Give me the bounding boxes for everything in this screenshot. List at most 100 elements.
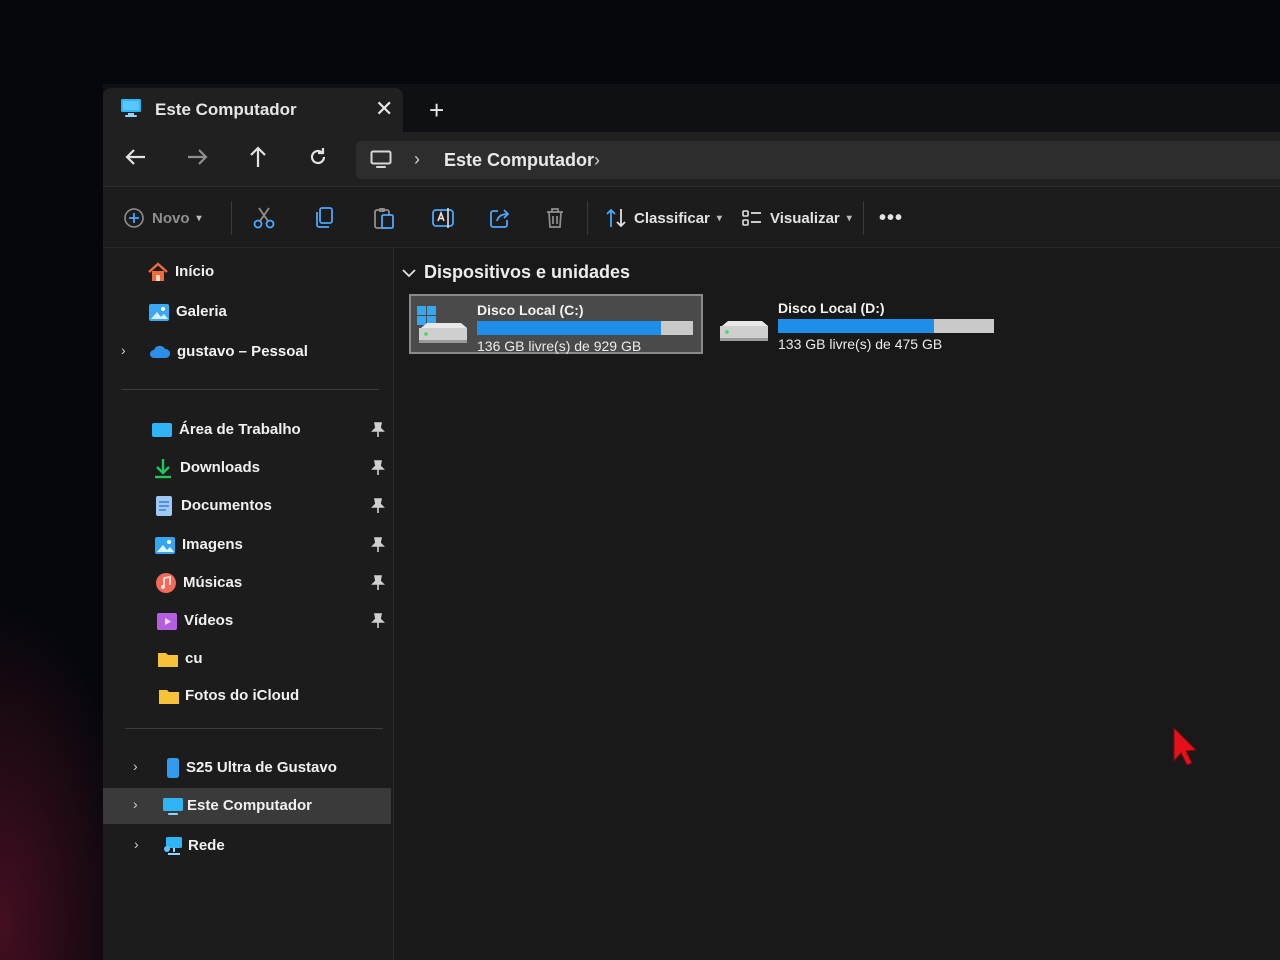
breadcrumb-chevron-icon[interactable]: ›	[594, 150, 600, 171]
tab-title: Este Computador	[155, 100, 297, 119]
new-button[interactable]: Novo ▾	[123, 203, 202, 233]
cloud-icon	[150, 345, 171, 358]
folder-icon	[158, 653, 178, 667]
sidebar-item-label: Início	[175, 263, 215, 280]
sidebar-item-fotos-do-icloud[interactable]: Fotos do iCloud	[103, 678, 391, 714]
sidebar-item-cu[interactable]: cu	[103, 641, 391, 677]
sidebar-item-label: Rede	[188, 837, 225, 854]
storage-bar	[778, 319, 994, 333]
navigation-pane: Início Galeria › gustavo – Pessoal Área …	[103, 248, 394, 960]
back-arrow-icon[interactable]	[119, 142, 153, 172]
refresh-icon[interactable]	[301, 142, 335, 172]
main-content: Dispositivos e unidades Disco Local (C:)…	[394, 248, 1280, 960]
sidebar-item-rede[interactable]: › Rede	[103, 828, 391, 864]
drive-icon	[720, 321, 768, 341]
group-header-dispositivos[interactable]: Dispositivos e unidades	[402, 262, 630, 283]
more-icon[interactable]: •••	[879, 203, 903, 233]
sidebar-item-label: Documentos	[181, 497, 272, 514]
tab-bar: Este Computador ✕ +	[103, 84, 1280, 132]
breadcrumb-este-computador[interactable]: Este Computador	[444, 150, 594, 171]
sidebar-item-inicio[interactable]: Início	[103, 254, 391, 290]
drive-free-space: 133 GB livre(s) de 475 GB	[778, 336, 943, 352]
computer-icon	[163, 798, 183, 815]
sidebar-item-label: Este Computador	[187, 797, 313, 814]
sidebar-item-videos[interactable]: Vídeos	[103, 603, 391, 639]
pin-icon[interactable]	[371, 575, 385, 591]
drive-name: Disco Local (D:)	[778, 300, 885, 316]
sidebar-item-documentos[interactable]: Documentos	[103, 488, 391, 524]
navigation-bar: › Este Computador ›	[103, 132, 1280, 187]
sidebar-item-label: cu	[185, 650, 203, 667]
view-button[interactable]: Visualizar ▾	[741, 203, 852, 233]
group-title: Dispositivos e unidades	[424, 262, 631, 282]
pin-icon[interactable]	[371, 537, 385, 553]
plus-icon[interactable]: +	[429, 97, 444, 123]
view-button-label: Visualizar	[770, 209, 840, 227]
close-icon[interactable]: ✕	[375, 96, 393, 122]
divider	[587, 201, 588, 235]
sidebar-item-musicas[interactable]: Músicas	[103, 565, 391, 601]
plus-circle-icon	[124, 208, 144, 228]
sidebar-item-s25-ultra[interactable]: › S25 Ultra de Gustavo	[103, 750, 391, 786]
home-icon	[148, 262, 168, 281]
sidebar-item-label: gustavo – Pessoal	[177, 343, 308, 360]
drive-c[interactable]: Disco Local (C:) 136 GB livre(s) de 929 …	[409, 294, 703, 354]
download-icon	[155, 459, 171, 479]
sidebar-item-label: Área de Trabalho	[179, 421, 301, 438]
chevron-down-icon: ▾	[846, 212, 852, 224]
rename-icon[interactable]	[431, 203, 455, 233]
drive-d[interactable]: Disco Local (D:) 133 GB livre(s) de 475 …	[712, 294, 1006, 354]
copy-icon[interactable]	[313, 203, 335, 233]
drive-name: Disco Local (C:)	[477, 302, 584, 318]
desktop-icon	[152, 423, 172, 437]
pin-icon[interactable]	[371, 422, 385, 438]
pin-icon[interactable]	[371, 613, 385, 629]
divider	[125, 728, 383, 729]
chevron-right-icon[interactable]: ›	[133, 796, 138, 812]
pin-icon[interactable]	[371, 460, 385, 476]
pin-icon[interactable]	[371, 498, 385, 514]
sidebar-item-este-computador[interactable]: › Este Computador	[103, 788, 391, 824]
document-icon	[156, 496, 172, 516]
address-bar[interactable]: › Este Computador ›	[356, 141, 1280, 179]
tab-este-computador[interactable]: Este Computador ✕	[103, 88, 403, 132]
phone-icon	[167, 758, 179, 778]
forward-arrow-icon[interactable]	[180, 142, 214, 172]
new-button-label: Novo	[152, 209, 190, 227]
sidebar-item-label: Imagens	[182, 536, 243, 553]
videos-icon	[157, 613, 177, 630]
sort-button[interactable]: Classificar ▾	[605, 203, 722, 233]
up-arrow-icon[interactable]	[241, 142, 275, 172]
share-icon[interactable]	[489, 203, 511, 233]
command-bar: Novo ▾ Classificar ▾ Visualizar ▾ •••	[103, 187, 1280, 248]
delete-icon[interactable]	[545, 203, 565, 233]
gallery-icon	[149, 304, 169, 321]
divider	[121, 389, 379, 390]
sidebar-item-imagens[interactable]: Imagens	[103, 527, 391, 563]
sidebar-item-downloads[interactable]: Downloads	[103, 450, 391, 486]
cut-icon[interactable]	[253, 203, 275, 233]
windows-drive-icon	[417, 306, 467, 343]
sort-icon	[606, 208, 626, 228]
computer-icon	[121, 99, 141, 117]
chevron-down-icon: ▾	[716, 212, 722, 224]
chevron-down-icon	[402, 268, 416, 277]
sidebar-item-galeria[interactable]: Galeria	[103, 294, 391, 330]
sidebar-item-area-de-trabalho[interactable]: Área de Trabalho	[103, 412, 391, 448]
divider	[231, 201, 232, 235]
storage-bar	[477, 321, 693, 335]
sidebar-item-label: Downloads	[180, 459, 261, 476]
view-icon	[742, 210, 761, 226]
sidebar-item-onedrive[interactable]: › gustavo – Pessoal	[103, 334, 391, 370]
breadcrumb-chevron-icon[interactable]: ›	[414, 149, 420, 170]
sidebar-item-label: Músicas	[183, 574, 243, 591]
file-explorer-window: Este Computador ✕ + › Este Computador ›	[103, 84, 1280, 960]
paste-icon[interactable]	[373, 203, 395, 233]
chevron-right-icon[interactable]: ›	[134, 836, 139, 852]
divider	[863, 201, 864, 235]
storage-bar-fill	[477, 321, 662, 335]
chevron-down-icon: ▾	[196, 212, 202, 224]
chevron-right-icon[interactable]: ›	[133, 758, 138, 774]
chevron-right-icon[interactable]: ›	[121, 342, 126, 358]
pictures-icon	[155, 537, 175, 554]
